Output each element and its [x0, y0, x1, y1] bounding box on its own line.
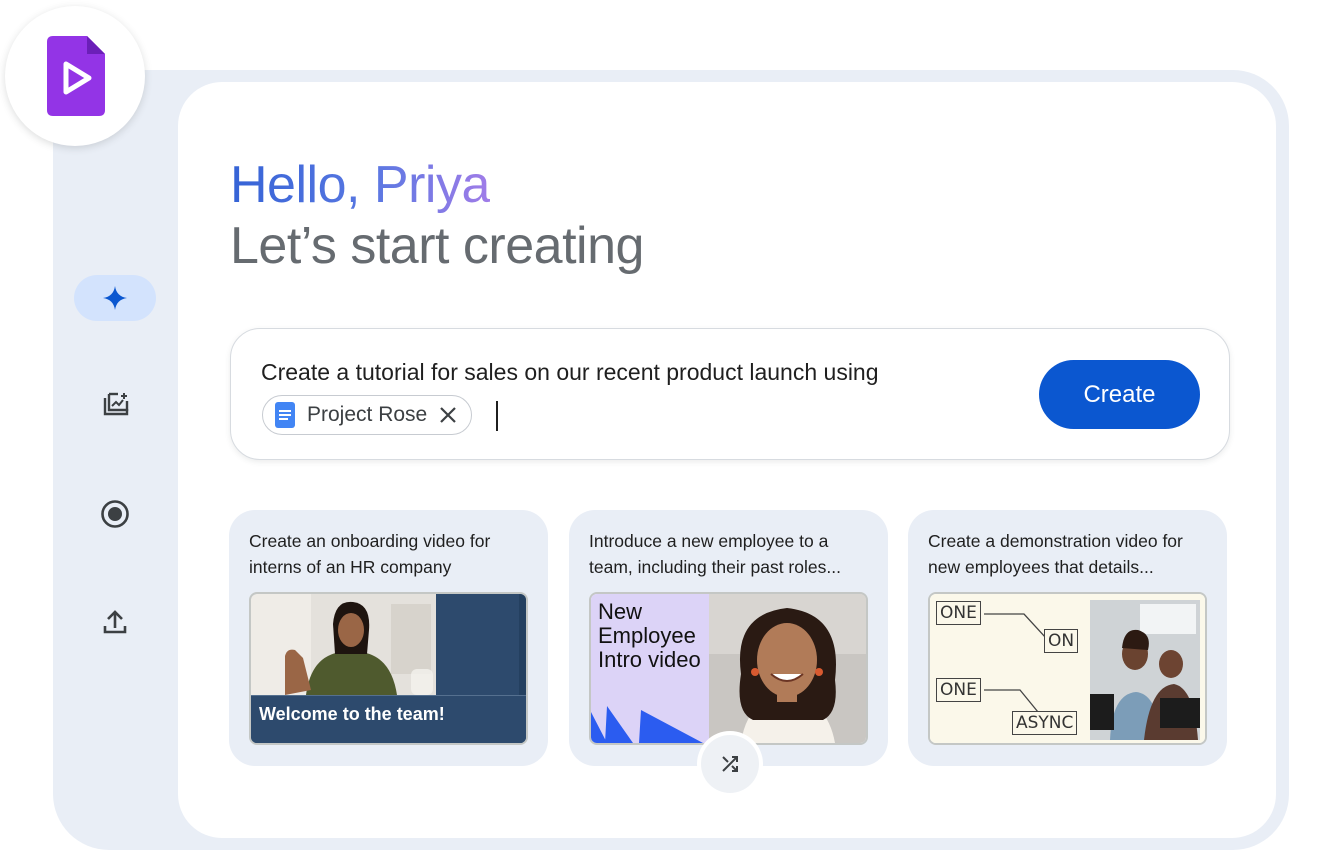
rail-generate-button[interactable]	[74, 275, 156, 321]
suggestion-text: Create a demonstration video for new emp…	[928, 531, 1183, 577]
rail-upload-button[interactable]	[74, 599, 156, 645]
google-docs-icon	[275, 402, 295, 428]
shuffle-button[interactable]	[701, 735, 759, 793]
subtitle-heading: Let’s start creating	[230, 217, 644, 275]
prompt-input[interactable]: Create a tutorial for sales on our recen…	[230, 328, 1230, 460]
vids-play-icon	[47, 36, 105, 116]
sparkle-icon	[103, 286, 127, 310]
diagram-label: ASYNC	[1012, 711, 1078, 735]
diagram-label: ON	[1044, 629, 1079, 653]
suggestion-thumbnail: ONE ON ONE ASYNC	[928, 592, 1207, 745]
app-logo	[5, 6, 145, 146]
suggestion-thumbnail: Welcome to the team!	[249, 592, 528, 745]
suggestion-text: Introduce a new employee to a team, incl…	[589, 531, 841, 577]
thumbnail-caption: New Employee Intro video	[598, 599, 701, 672]
suggestion-card-onboarding[interactable]: Create an onboarding video for interns o…	[229, 510, 548, 766]
prompt-text: Create a tutorial for sales on our recen…	[261, 359, 879, 385]
greeting-heading: Hello, Priya	[230, 156, 490, 214]
rail-record-button[interactable]	[74, 491, 156, 537]
create-button[interactable]: Create	[1039, 360, 1200, 429]
doc-chip[interactable]: Project Rose	[262, 395, 473, 435]
shuffle-icon	[722, 756, 738, 772]
chip-label: Project Rose	[307, 403, 428, 426]
rail-templates-button[interactable]	[74, 382, 156, 428]
templates-icon	[103, 392, 129, 416]
suggestion-thumbnail: New Employee Intro video	[589, 592, 868, 745]
suggestion-card-new-employee[interactable]: Introduce a new employee to a team, incl…	[569, 510, 888, 766]
diagram-label: ONE	[936, 678, 981, 702]
diagram-label: ONE	[936, 601, 981, 625]
upload-icon	[103, 610, 127, 634]
suggestion-card-demonstration[interactable]: Create a demonstration video for new emp…	[908, 510, 1227, 766]
close-icon[interactable]	[439, 406, 457, 424]
suggestion-text: Create an onboarding video for interns o…	[249, 531, 491, 577]
record-icon	[101, 500, 129, 528]
text-cursor	[496, 401, 498, 431]
thumbnail-caption: Welcome to the team!	[251, 695, 526, 743]
